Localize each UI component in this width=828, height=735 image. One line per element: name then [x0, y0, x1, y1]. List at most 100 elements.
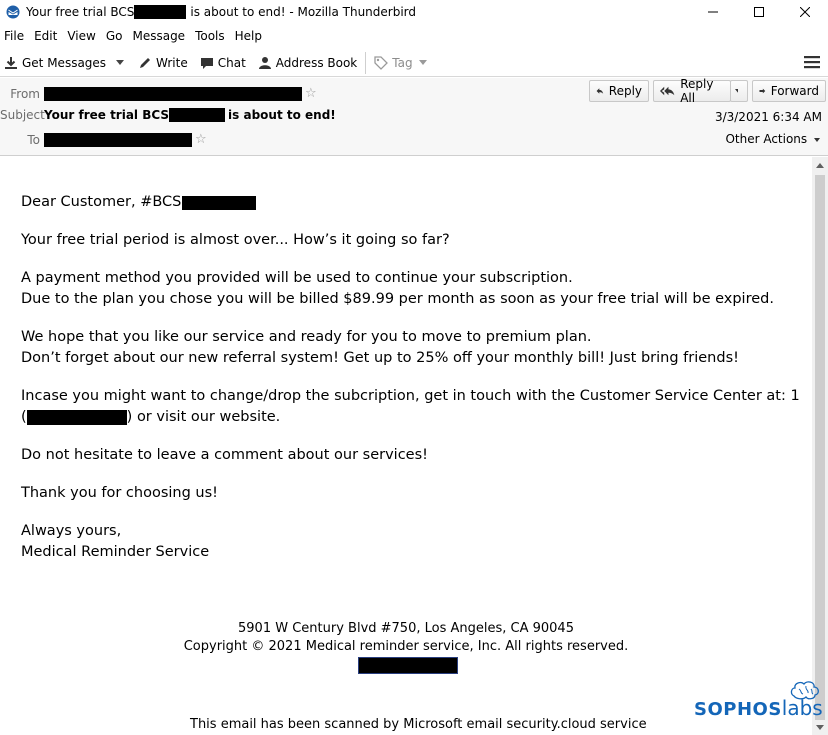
vertical-scrollbar[interactable] — [812, 157, 828, 735]
footer-copyright: Copyright © 2021 Medical reminder servic… — [183, 639, 629, 654]
forward-label: Forward — [770, 84, 819, 98]
reply-icon — [596, 88, 604, 94]
forward-icon — [759, 88, 766, 94]
reply-button[interactable]: Reply — [589, 80, 649, 102]
maximize-icon — [754, 7, 764, 17]
contact-icon — [258, 56, 271, 69]
sophoslabs-logo: SOPHOS labs — [694, 681, 823, 720]
signature-line-2: Medical Reminder Service — [21, 544, 210, 560]
tag-icon — [374, 55, 389, 70]
paragraph-6: Thank you for choosing us! — [21, 485, 218, 501]
chevron-down-icon — [418, 60, 427, 65]
scrollbar-thumb[interactable] — [815, 175, 825, 720]
address-book-button[interactable]: Address Book — [254, 52, 361, 74]
message-body: Dear Customer, #BCS Your free trial peri… — [0, 157, 812, 735]
title-bar: Your free trial BCS is about to end! - M… — [0, 0, 828, 24]
scroll-down-button[interactable] — [812, 719, 828, 735]
menu-tools[interactable]: Tools — [191, 27, 229, 47]
app-menu-icon[interactable] — [804, 55, 820, 69]
title-prefix: Your free trial BCS — [26, 5, 135, 19]
redacted-block — [44, 86, 302, 101]
other-actions-label: Other Actions — [725, 132, 808, 146]
chevron-down-icon — [735, 88, 738, 93]
to-label: To — [27, 132, 40, 147]
reply-label: Reply — [608, 84, 642, 98]
get-messages-dropdown[interactable] — [110, 52, 134, 74]
paragraph-2b: Due to the plan you chose you will be bi… — [21, 291, 774, 307]
phone-close-text: ) or visit our website. — [126, 409, 281, 425]
menu-view[interactable]: View — [63, 27, 99, 47]
chat-label: Chat — [217, 55, 246, 70]
title-suffix: is about to end! - Mozilla Thunderbird — [190, 5, 417, 19]
chat-button[interactable]: Chat — [196, 52, 250, 74]
address-book-label: Address Book — [275, 55, 358, 70]
chevron-down-icon — [816, 724, 824, 730]
subject-prefix: Your free trial BCS — [44, 108, 170, 122]
main-toolbar: Get Messages Write Chat Address Book Tag — [0, 49, 828, 77]
get-messages-label: Get Messages — [22, 55, 107, 70]
star-icon[interactable]: ☆ — [195, 132, 207, 147]
reply-all-button[interactable]: Reply All — [653, 77, 731, 105]
star-icon[interactable]: ☆ — [305, 86, 317, 101]
subject-row: Subject Your free trial BCS is about to … — [0, 108, 336, 122]
thunderbird-icon — [6, 5, 20, 19]
reply-all-dropdown[interactable] — [730, 80, 748, 102]
get-messages-button[interactable]: Get Messages — [0, 52, 110, 74]
paragraph-4b: ( ) or visit our website. — [21, 407, 280, 428]
paragraph-1: Your free trial period is almost over...… — [21, 232, 450, 248]
scroll-up-button[interactable] — [812, 157, 828, 173]
menu-file[interactable]: File — [0, 27, 28, 47]
write-label: Write — [156, 55, 188, 70]
logo-text-sophos: SOPHOS — [694, 699, 782, 720]
redacted-phone — [26, 410, 127, 425]
to-row: To ☆ — [0, 132, 207, 147]
greeting-text: Dear Customer, #BCS — [21, 194, 182, 210]
chat-icon — [200, 57, 213, 69]
tag-button[interactable]: Tag — [370, 52, 434, 74]
from-label: From — [10, 86, 40, 101]
paragraph-4a: Incase you might want to change/drop the… — [21, 388, 800, 404]
subject-label: Subject — [0, 108, 45, 122]
maximize-button[interactable] — [736, 0, 782, 24]
scan-notice: This email has been scanned by Microsoft… — [190, 717, 647, 732]
tag-label: Tag — [392, 55, 413, 70]
close-icon — [800, 7, 810, 17]
message-header: From ☆ Subject Your free trial BCS is ab… — [0, 77, 828, 156]
chevron-up-icon — [816, 162, 824, 168]
paragraph-3a: We hope that you like our service and re… — [21, 329, 592, 345]
greeting: Dear Customer, #BCS — [21, 192, 257, 213]
pencil-icon — [140, 57, 151, 68]
reply-all-icon — [660, 86, 675, 96]
paragraph-2a: A payment method you provided will be us… — [21, 270, 573, 286]
menu-help[interactable]: Help — [231, 27, 266, 47]
paragraph-3b: Don’t forget about our new referral syst… — [21, 350, 739, 366]
subject-suffix: is about to end! — [228, 108, 336, 122]
menu-bar: File Edit View Go Message Tools Help — [0, 27, 828, 47]
redacted-block — [44, 132, 192, 147]
paragraph-5: Do not hesitate to leave a comment about… — [21, 447, 428, 463]
close-button[interactable] — [782, 0, 828, 24]
redacted-block — [182, 195, 257, 210]
from-row: From ☆ — [0, 86, 317, 101]
other-actions-button[interactable]: Other Actions — [725, 132, 820, 146]
window-title: Your free trial BCS is about to end! - M… — [26, 5, 416, 19]
signature-line-1: Always yours, — [21, 523, 122, 539]
minimize-icon — [708, 11, 718, 13]
message-date: 3/3/2021 6:34 AM — [714, 110, 822, 124]
toolbar-separator — [365, 51, 367, 74]
redacted-link[interactable] — [358, 657, 458, 674]
brain-icon — [790, 681, 819, 700]
thunderbird-window: Your free trial BCS is about to end! - M… — [0, 0, 828, 735]
menu-edit[interactable]: Edit — [30, 27, 61, 47]
minimize-button[interactable] — [690, 0, 736, 24]
forward-button[interactable]: Forward — [752, 80, 826, 102]
write-button[interactable]: Write — [134, 52, 192, 74]
reply-all-label: Reply All — [680, 77, 714, 105]
redacted-block — [134, 5, 187, 19]
download-icon — [5, 56, 17, 69]
subject-text: Your free trial BCS is about to end! — [44, 108, 336, 122]
menu-message[interactable]: Message — [128, 27, 189, 47]
logo-labs-wrap: labs — [782, 681, 823, 720]
menu-go[interactable]: Go — [102, 27, 127, 47]
chevron-down-icon — [814, 137, 820, 142]
